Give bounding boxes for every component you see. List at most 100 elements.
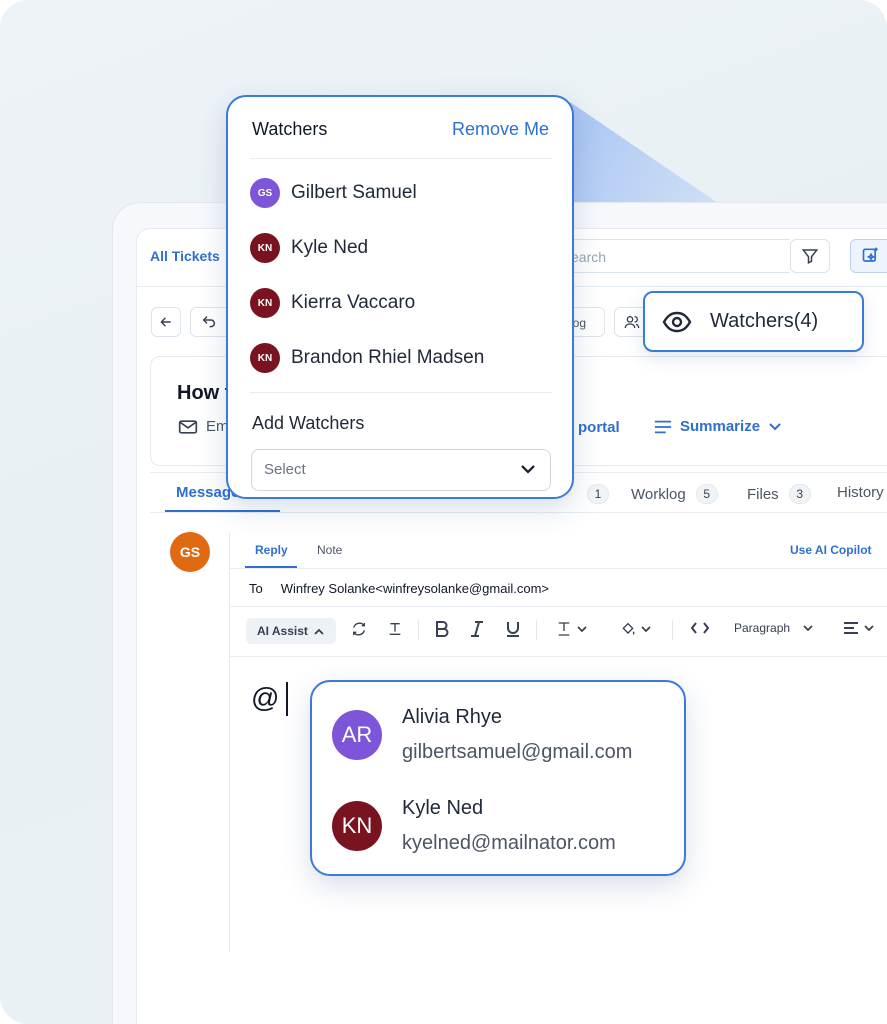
watchers-popover: Watchers Remove Me GS Gilbert Samuel KN … [226, 95, 574, 499]
paint-bucket-icon [622, 622, 635, 635]
avatar: KN [332, 801, 382, 851]
tab-worklog[interactable]: Worklog 5 [631, 484, 718, 504]
reply-icon [202, 316, 215, 328]
editor-tabs-divider [230, 568, 887, 569]
watchers-title: Watchers [252, 119, 328, 139]
avatar: KN [250, 288, 280, 318]
filter-button[interactable] [790, 239, 830, 273]
watchers-count-label: Watchers(4) [710, 310, 819, 332]
tab-worklog-label: Worklog [631, 485, 686, 503]
watcher-name: Brandon Rhiel Madsen [291, 347, 485, 368]
ticket-title: How t [177, 382, 232, 404]
bold-icon [436, 621, 449, 637]
underline-icon [507, 622, 519, 637]
to-divider [230, 606, 887, 607]
mention-name: Alivia Rhye [402, 706, 503, 728]
watcher-item[interactable]: KN Kierra Vaccaro [250, 288, 415, 318]
watcher-name: Kyle Ned [291, 237, 369, 258]
mention-email: gilbertsamuel@gmail.com [402, 741, 633, 763]
watcher-name: Gilbert Samuel [291, 182, 417, 203]
note-tab[interactable]: Note [317, 543, 342, 557]
avatar: AR [332, 710, 382, 760]
add-watchers-select[interactable]: Select [251, 449, 551, 491]
chevron-down-icon [864, 624, 874, 631]
highlight-color-button[interactable] [620, 621, 651, 637]
ai-assist-label: AI Assist [257, 624, 308, 638]
watchers-button[interactable]: Watchers(4) [643, 291, 864, 352]
text-format-icon [389, 623, 401, 635]
ai-assist-button[interactable]: AI Assist [246, 618, 336, 644]
customer-portal-link[interactable]: r portal [568, 419, 620, 436]
arrow-left-icon [160, 317, 171, 327]
to-recipient[interactable]: Winfrey Solanke<winfreysolanke@gmail.com… [281, 581, 549, 596]
chevron-down-icon [641, 625, 651, 632]
back-button[interactable] [151, 307, 181, 337]
watchers-divider [250, 158, 552, 159]
refresh-icon [353, 622, 365, 636]
editor-text[interactable]: @ [251, 682, 279, 714]
ticket-channel: Em [178, 418, 229, 435]
tab-count: 1 [587, 484, 609, 504]
avatar: GS [250, 178, 280, 208]
mention-option[interactable]: AR Alivia Rhye gilbertsamuel@gmail.com [332, 706, 632, 764]
italic-button[interactable] [470, 621, 484, 637]
breadcrumb-all-tickets[interactable]: All Tickets [150, 248, 220, 264]
text-cursor [286, 682, 288, 716]
tab-count: 3 [788, 484, 811, 504]
users-icon [624, 316, 640, 329]
align-dropdown[interactable] [843, 621, 874, 635]
chevron-down-icon [521, 465, 535, 474]
tabs-divider-bottom [150, 512, 887, 513]
eye-icon [662, 311, 692, 332]
underline-button[interactable] [506, 621, 520, 637]
mention-email: kyelned@mailnator.com [402, 832, 616, 854]
tab-second[interactable]: 1 [587, 484, 609, 504]
tab-files-label: Files [747, 485, 779, 503]
watcher-item[interactable]: KN Brandon Rhiel Madsen [250, 343, 484, 373]
tab-files[interactable]: Files 3 [747, 484, 811, 504]
tab-history-label: History [837, 484, 884, 501]
italic-icon [471, 621, 483, 637]
watchers-divider [250, 392, 552, 393]
toolbar-separator [672, 620, 673, 640]
to-line: To Winfrey Solanke<winfreysolanke@gmail.… [249, 581, 549, 596]
bold-button[interactable] [435, 621, 449, 637]
search-input[interactable]: earch [560, 239, 790, 273]
watcher-item[interactable]: GS Gilbert Samuel [250, 178, 417, 208]
summary-lines-icon [654, 420, 672, 433]
text-style-button[interactable] [387, 621, 403, 637]
mention-option[interactable]: KN Kyle Ned kyelned@mailnator.com [332, 797, 616, 855]
watcher-name: Kierra Vaccaro [291, 292, 416, 313]
chevron-down-icon [769, 422, 781, 430]
paragraph-dropdown[interactable]: Paragraph [734, 621, 813, 635]
summarize-label: Summarize [680, 418, 761, 435]
avatar: KN [250, 233, 280, 263]
toolbar-separator [418, 620, 419, 640]
mention-option-text: Kyle Ned kyelned@mailnator.com [402, 797, 616, 855]
chevron-down-icon [577, 625, 587, 632]
chevron-up-icon [314, 628, 324, 635]
text-color-button[interactable] [556, 621, 587, 637]
mention-option-text: Alivia Rhye gilbertsamuel@gmail.com [402, 706, 632, 764]
reply-tab[interactable]: Reply [255, 543, 288, 557]
ai-copilot-link[interactable]: Use AI Copilot [790, 543, 872, 557]
watcher-item[interactable]: KN Kyle Ned [250, 233, 368, 263]
mail-icon [178, 419, 198, 434]
align-left-icon [844, 622, 858, 634]
chevron-down-icon [803, 624, 813, 631]
tab-count: 5 [695, 484, 718, 504]
select-placeholder: Select [264, 461, 306, 478]
ai-button[interactable] [850, 239, 887, 273]
regenerate-button[interactable] [351, 621, 367, 637]
ai-sparkle-icon [862, 247, 878, 262]
paragraph-label: Paragraph [734, 621, 791, 635]
summarize-button[interactable]: Summarize [654, 418, 782, 435]
code-icon [691, 622, 709, 634]
font-color-icon [558, 622, 570, 636]
code-button[interactable] [691, 621, 709, 635]
mention-name: Kyle Ned [402, 797, 484, 819]
to-label: To [249, 581, 263, 596]
mention-suggestions: AR Alivia Rhye gilbertsamuel@gmail.com K… [310, 680, 686, 876]
remove-me-button[interactable]: Remove Me [452, 119, 549, 140]
tab-history[interactable]: History [837, 484, 884, 501]
